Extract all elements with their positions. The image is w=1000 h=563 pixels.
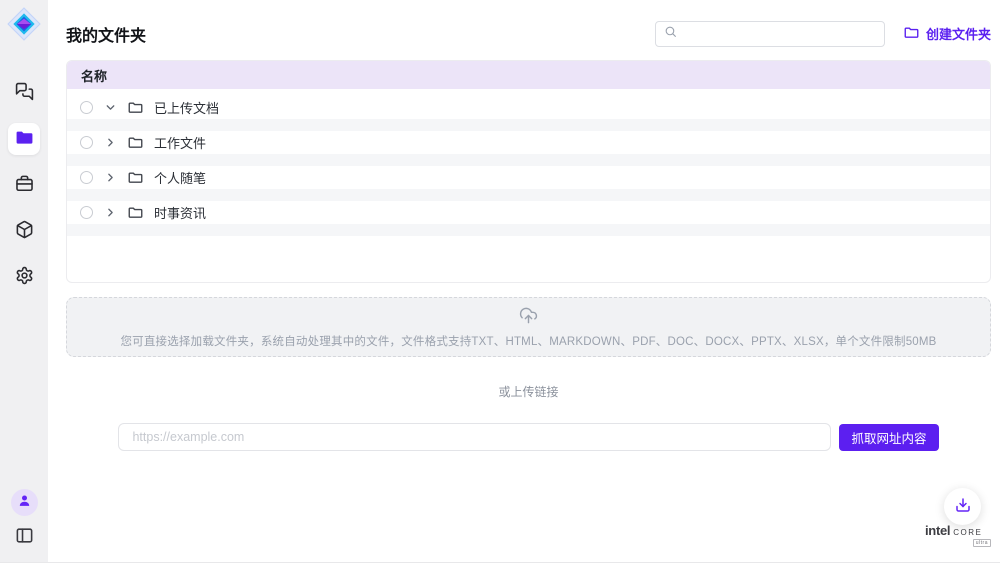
intel-core-logo: intel core ultra [925, 523, 991, 547]
chevron-down-icon[interactable] [104, 101, 117, 114]
folder-row[interactable]: 个人随笔 [67, 166, 990, 189]
core-wordmark: core [953, 524, 982, 538]
cube-icon [15, 220, 34, 242]
folder-name[interactable]: 个人随笔 [154, 168, 206, 187]
folder-icon [128, 100, 143, 115]
chevron-right-icon[interactable] [104, 136, 117, 149]
folder-icon [128, 135, 143, 150]
chat-icon [15, 82, 34, 104]
upload-dropzone[interactable]: 您可直接选择加载文件夹，系统自动处理其中的文件，文件格式支持TXT、HTML、M… [66, 297, 991, 357]
page-title: 我的文件夹 [66, 22, 146, 46]
main-content: 我的文件夹 创建文件夹 名称 [48, 0, 1000, 562]
folder-row[interactable]: 已上传文档 [67, 96, 990, 119]
sidebar-nav [8, 77, 40, 293]
person-icon [17, 493, 32, 513]
folder-icon [128, 205, 143, 220]
folder-name[interactable]: 时事资讯 [154, 203, 206, 222]
fetch-url-button[interactable]: 抓取网址内容 [839, 424, 938, 451]
folder-icon [15, 128, 34, 150]
row-checkbox[interactable] [80, 136, 93, 149]
intel-wordmark: intel [925, 523, 950, 538]
or-upload-link-label: 或上传链接 [66, 383, 991, 400]
upload-hint: 您可直接选择加载文件夹，系统自动处理其中的文件，文件格式支持TXT、HTML、M… [120, 333, 936, 349]
panel-left-icon [15, 533, 34, 548]
folder-name[interactable]: 工作文件 [154, 133, 206, 152]
url-input[interactable] [118, 423, 831, 451]
gear-icon [15, 266, 34, 288]
sidebar-item-folders[interactable] [8, 123, 40, 155]
download-icon [954, 496, 972, 517]
folder-name[interactable]: 已上传文档 [154, 98, 219, 117]
cloud-upload-icon [519, 306, 538, 330]
app-logo-icon[interactable] [7, 7, 41, 41]
user-avatar[interactable] [11, 489, 38, 516]
sidebar-item-settings[interactable] [8, 261, 40, 293]
collapse-sidebar-button[interactable] [15, 526, 34, 548]
chevron-right-icon[interactable] [104, 171, 117, 184]
folder-plus-icon [904, 25, 919, 43]
briefcase-icon [15, 174, 34, 196]
row-checkbox[interactable] [80, 101, 93, 114]
folder-row[interactable]: 时事资讯 [67, 201, 990, 224]
sidebar-item-models[interactable] [8, 215, 40, 247]
row-checkbox[interactable] [80, 206, 93, 219]
row-checkbox[interactable] [80, 171, 93, 184]
sidebar [0, 0, 48, 562]
download-fab-button[interactable] [944, 488, 981, 525]
sidebar-item-chat[interactable] [8, 77, 40, 109]
intel-ultra-badge: ultra [973, 539, 991, 547]
table-header-row: 名称 [67, 61, 990, 89]
url-upload-row: 抓取网址内容 [66, 423, 991, 451]
column-header-name: 名称 [81, 66, 107, 85]
sidebar-item-workspace[interactable] [8, 169, 40, 201]
folder-icon [128, 170, 143, 185]
topbar: 我的文件夹 创建文件夹 [66, 20, 991, 47]
search-icon [664, 25, 677, 43]
search-input[interactable] [683, 27, 876, 41]
chevron-right-icon[interactable] [104, 206, 117, 219]
create-folder-label: 创建文件夹 [926, 24, 991, 43]
search-box[interactable] [655, 21, 885, 47]
folder-table: 名称 已上传文档 工 [66, 60, 991, 283]
create-folder-button[interactable]: 创建文件夹 [904, 24, 991, 43]
folder-row[interactable]: 工作文件 [67, 131, 990, 154]
